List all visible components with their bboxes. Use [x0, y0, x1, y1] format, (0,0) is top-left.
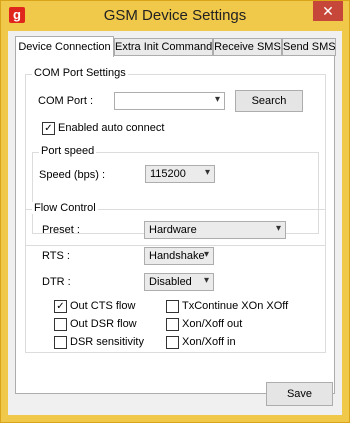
- rts-value: Handshake: [149, 250, 205, 262]
- close-button[interactable]: ✕: [313, 1, 343, 21]
- dtr-value: Disabled: [149, 276, 192, 288]
- chevron-down-icon: ▾: [275, 223, 281, 234]
- chevron-down-icon: ▾: [214, 94, 220, 105]
- dialog-client-area: Device Connection Extra Init Command Rec…: [8, 31, 342, 415]
- flow-control-group: Flow Control Preset : Hardware ▾ RTS : H…: [25, 202, 326, 353]
- rts-label: RTS :: [42, 250, 70, 262]
- settings-window: g GSM Device Settings ✕ Device Connectio…: [0, 0, 350, 423]
- dtr-select[interactable]: Disabled ▾: [144, 273, 214, 291]
- checkmark-icon: ✓: [54, 300, 67, 313]
- out-cts-flow-label: Out CTS flow: [70, 300, 136, 312]
- dsr-sensitivity-label: DSR sensitivity: [70, 336, 144, 348]
- speed-value: 115200: [150, 168, 186, 180]
- tab-receive-sms[interactable]: Receive SMS: [213, 38, 282, 56]
- auto-connect-label: Enabled auto connect: [58, 122, 165, 134]
- preset-label: Preset :: [42, 224, 80, 236]
- chevron-down-icon: ▾: [203, 249, 209, 260]
- com-port-label: COM Port :: [38, 95, 94, 107]
- rts-select[interactable]: Handshake ▾: [144, 247, 214, 265]
- speed-label: Speed (bps) :: [39, 169, 106, 181]
- tab-send-sms[interactable]: Send SMS: [282, 38, 336, 56]
- title-bar: g GSM Device Settings ✕: [1, 1, 349, 31]
- chevron-down-icon: ▾: [203, 275, 209, 286]
- xon-xoff-out-label: Xon/Xoff out: [182, 318, 243, 330]
- tab-device-connection[interactable]: Device Connection: [15, 36, 114, 57]
- preset-value: Hardware: [149, 224, 197, 236]
- chevron-down-icon: ▾: [204, 167, 210, 178]
- window-title: GSM Device Settings: [103, 7, 247, 24]
- tab-extra-init-command[interactable]: Extra Init Command: [114, 38, 213, 56]
- out-dsr-flow-label: Out DSR flow: [70, 318, 137, 330]
- checkmark-icon: ✓: [42, 122, 55, 135]
- flow-control-legend: Flow Control: [32, 202, 98, 214]
- save-button[interactable]: Save: [266, 382, 333, 406]
- device-connection-panel: COM Port Settings COM Port : ▾ Search ✓ …: [15, 55, 335, 394]
- speed-select[interactable]: 115200 ▾: [145, 165, 215, 183]
- port-speed-legend: Port speed: [39, 145, 97, 157]
- dtr-label: DTR :: [42, 276, 71, 288]
- com-port-select[interactable]: ▾: [114, 92, 225, 110]
- com-port-settings-legend: COM Port Settings: [32, 67, 128, 79]
- preset-select[interactable]: Hardware ▾: [144, 221, 286, 239]
- txcontinue-xon-xoff-label: TxContinue XOn XOff: [182, 300, 289, 312]
- search-button[interactable]: Search: [235, 90, 303, 112]
- xon-xoff-in-label: Xon/Xoff in: [182, 336, 236, 348]
